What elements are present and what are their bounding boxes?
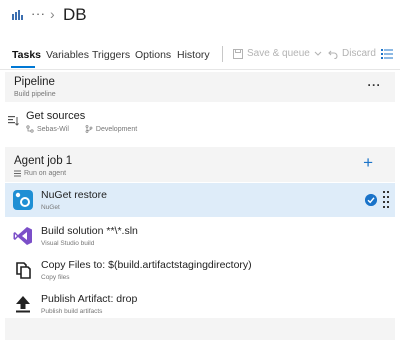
header-bar: ··· › DB	[0, 0, 400, 32]
pipeline-title: Pipeline	[14, 76, 55, 88]
drag-handle-icon[interactable]	[383, 190, 389, 210]
nuget-icon	[13, 190, 33, 210]
page-title: DB	[63, 5, 87, 24]
task-row-publish-artifact[interactable]: Publish Artifact: drop Publish build art…	[5, 287, 395, 321]
pipeline-app-icon[interactable]	[12, 10, 23, 20]
discard-button[interactable]: Discard	[328, 48, 376, 59]
task-row-nuget-restore[interactable]: NuGet restore NuGet	[5, 183, 395, 217]
upload-icon	[16, 296, 30, 313]
branch-name: Development	[95, 125, 138, 133]
tab-history[interactable]: History	[177, 49, 210, 61]
agent-job-subtitle: Run on agent	[24, 170, 67, 177]
tabs-divider	[0, 69, 400, 70]
agent-job-section[interactable]: Agent job 1 Run on agent +	[5, 147, 395, 182]
task-title: Copy Files to: $(build.artifactstagingdi…	[41, 259, 252, 271]
breadcrumb-chevron-icon: ›	[50, 6, 55, 22]
copy-files-icon	[16, 262, 31, 279]
bottom-panel	[5, 318, 395, 340]
active-tab-indicator	[11, 66, 35, 68]
tab-options[interactable]: Options	[135, 49, 171, 61]
discard-label: Discard	[342, 48, 376, 59]
agent-job-subtitle-row: Run on agent	[14, 170, 66, 177]
tab-variables[interactable]: Variables	[46, 49, 89, 61]
get-sources-icon	[8, 116, 19, 126]
task-subtitle: Copy files	[41, 274, 70, 281]
save-queue-label: Save & queue	[247, 48, 310, 59]
checkmark-icon	[365, 194, 377, 206]
visual-studio-icon	[13, 227, 32, 245]
chevron-down-icon	[314, 51, 322, 56]
pipeline-more-button[interactable]: ···	[368, 78, 382, 92]
pipeline-subtitle: Build pipeline	[14, 91, 56, 98]
get-sources-meta: Sebas-Wil Development	[26, 125, 137, 133]
breadcrumb-more-button[interactable]: ···	[31, 6, 46, 21]
get-sources-row[interactable]: Get sources Sebas-Wil Development	[5, 105, 395, 143]
agent-job-title: Agent job 1	[14, 155, 73, 167]
task-title: Build solution **\*.sln	[41, 225, 138, 237]
tab-tasks[interactable]: Tasks	[12, 49, 41, 61]
repo-name: Sebas-Wil	[37, 125, 69, 133]
agent-list-icon	[14, 170, 21, 177]
task-title: Publish Artifact: drop	[41, 293, 138, 305]
task-row-build-solution[interactable]: Build solution **\*.sln Visual Studio bu…	[5, 219, 395, 253]
task-title: NuGet restore	[41, 189, 107, 201]
toolbar-separator	[222, 46, 223, 62]
save-icon	[233, 48, 243, 59]
tab-triggers[interactable]: Triggers	[92, 49, 130, 61]
task-row-copy-files[interactable]: Copy Files to: $(build.artifactstagingdi…	[5, 253, 395, 287]
task-subtitle: Visual Studio build	[41, 240, 95, 247]
add-task-button[interactable]: +	[363, 153, 373, 173]
pipeline-section[interactable]: Pipeline Build pipeline ···	[5, 72, 395, 102]
get-sources-title: Get sources	[26, 110, 86, 122]
undo-icon	[328, 50, 338, 59]
task-subtitle: Publish build artifacts	[41, 308, 103, 315]
save-queue-button[interactable]: Save & queue	[233, 48, 322, 59]
task-subtitle: NuGet	[41, 204, 60, 211]
branch-icon	[85, 125, 93, 133]
list-view-icon[interactable]	[381, 48, 393, 60]
repo-icon	[26, 125, 34, 133]
